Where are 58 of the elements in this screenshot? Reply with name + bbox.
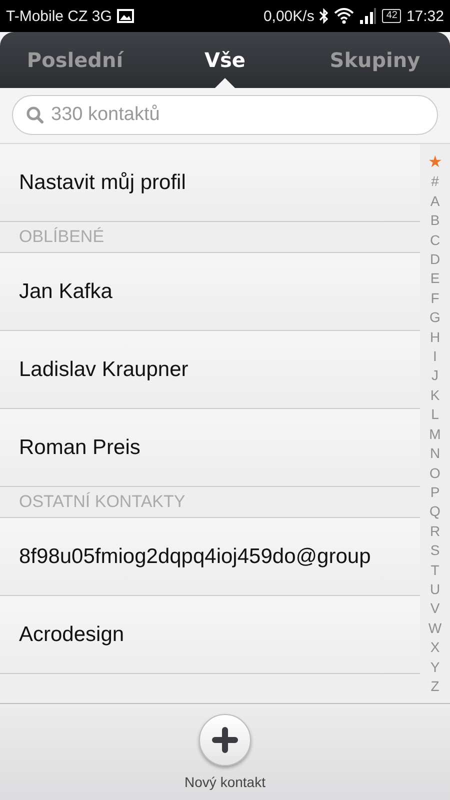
- tab[interactable]: Poslední: [0, 32, 150, 88]
- contact-row[interactable]: Roman Preis: [0, 409, 420, 487]
- index-letter[interactable]: I: [433, 347, 437, 366]
- index-letter[interactable]: V: [430, 599, 440, 619]
- index-letter[interactable]: J: [432, 366, 438, 386]
- contact-name: Acrodesign: [19, 622, 124, 646]
- search-field[interactable]: 330 kontaktů: [12, 95, 438, 135]
- search-icon: [26, 106, 44, 124]
- index-letter[interactable]: M: [429, 424, 441, 444]
- plus-icon: [211, 726, 239, 754]
- index-letter[interactable]: L: [431, 405, 439, 425]
- contact-name: Nastavit můj profil: [19, 170, 186, 194]
- clock: 17:32: [406, 8, 444, 24]
- contact-name: Jan Kafka: [19, 280, 112, 304]
- contact-row[interactable]: 8f98u05fmiog2dqpq4ioj459do@group: [0, 518, 420, 596]
- index-letter[interactable]: W: [428, 618, 442, 638]
- section-title: OSTATNÍ KONTAKTY: [19, 492, 186, 512]
- contact-row[interactable]: Acrodesign: [0, 596, 420, 674]
- bluetooth-icon: [319, 8, 330, 24]
- index-letter[interactable]: X: [430, 638, 440, 658]
- index-letter[interactable]: N: [430, 444, 440, 464]
- wifi-icon: [334, 8, 354, 24]
- contact-name: Roman Preis: [19, 436, 140, 460]
- index-letter[interactable]: Z: [430, 676, 440, 696]
- tab[interactable]: Vše: [150, 32, 300, 88]
- picture-notification-icon: [116, 9, 134, 23]
- new-contact-label: Nový kontakt: [184, 774, 266, 790]
- index-letter[interactable]: Y: [430, 658, 440, 677]
- index-letter[interactable]: P: [430, 482, 440, 502]
- index-letter[interactable]: E: [430, 269, 440, 289]
- index-letter[interactable]: K: [430, 386, 440, 406]
- contact-name: 8f98u05fmiog2dqpq4ioj459do@group: [19, 544, 371, 568]
- index-letter[interactable]: R: [430, 522, 440, 542]
- index-letter[interactable]: H: [430, 328, 440, 348]
- favorites-index[interactable]: ★: [428, 153, 442, 172]
- tab[interactable]: Skupiny: [300, 32, 450, 88]
- index-letter[interactable]: G: [430, 308, 440, 328]
- index-letter[interactable]: C: [430, 230, 440, 250]
- battery-indicator: 42: [382, 9, 402, 23]
- add-button[interactable]: [199, 714, 251, 766]
- index-letter[interactable]: T: [430, 560, 440, 580]
- network-speed: 0,00K/s: [263, 8, 314, 24]
- index-letter[interactable]: A: [430, 192, 440, 212]
- index-letter[interactable]: O: [430, 464, 440, 483]
- contact-name: Ladislav Kraupner: [19, 358, 188, 382]
- index-letter[interactable]: #: [431, 172, 439, 192]
- contact-row[interactable]: Jan Kafka: [0, 253, 420, 331]
- carrier-name: T-Mobile CZ 3G: [6, 8, 112, 24]
- index-letter[interactable]: Q: [430, 502, 440, 522]
- index-letter[interactable]: S: [430, 541, 440, 561]
- contact-row[interactable]: Nastavit můj profil: [0, 144, 420, 222]
- section-title: OBLÍBENÉ: [19, 227, 104, 247]
- contact-row[interactable]: Ladislav Kraupner: [0, 331, 420, 409]
- index-letter[interactable]: D: [430, 250, 440, 270]
- index-letter[interactable]: B: [430, 211, 440, 231]
- index-letter[interactable]: F: [430, 288, 440, 308]
- signal-icon: [359, 8, 378, 24]
- index-letter[interactable]: U: [430, 580, 440, 600]
